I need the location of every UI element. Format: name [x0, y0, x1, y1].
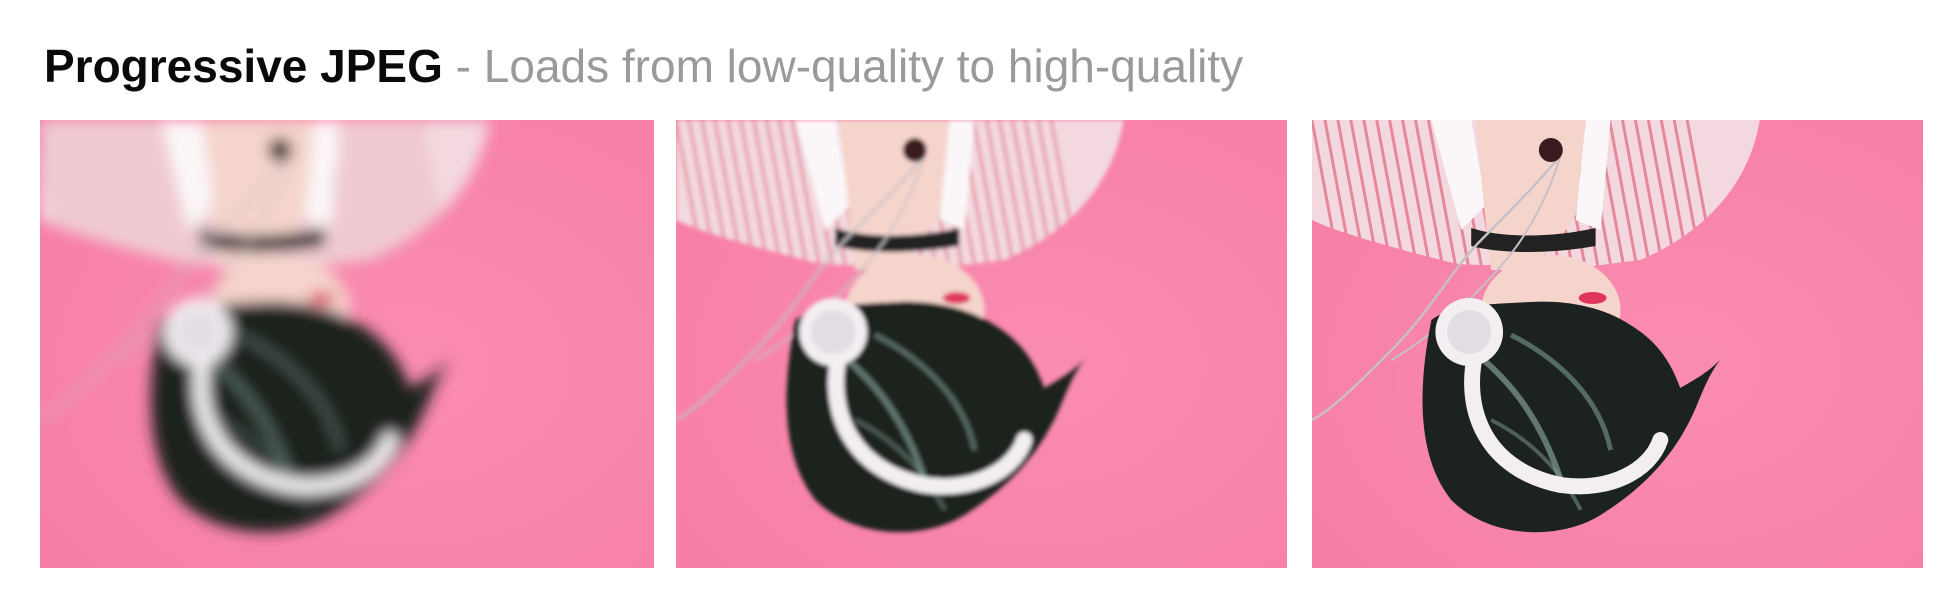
- page-heading: Progressive JPEG - Loads from low-qualit…: [44, 38, 1243, 94]
- low-quality-image: [40, 120, 654, 568]
- lips: [1578, 292, 1607, 304]
- heading-separator: -: [442, 40, 484, 92]
- lips: [942, 292, 971, 304]
- heading-title: Progressive JPEG: [44, 40, 443, 92]
- heading-subtitle: Loads from low-quality to high-quality: [483, 40, 1244, 92]
- lips: [308, 292, 336, 304]
- medium-quality-image: [676, 120, 1287, 568]
- high-quality-image: [1312, 120, 1923, 568]
